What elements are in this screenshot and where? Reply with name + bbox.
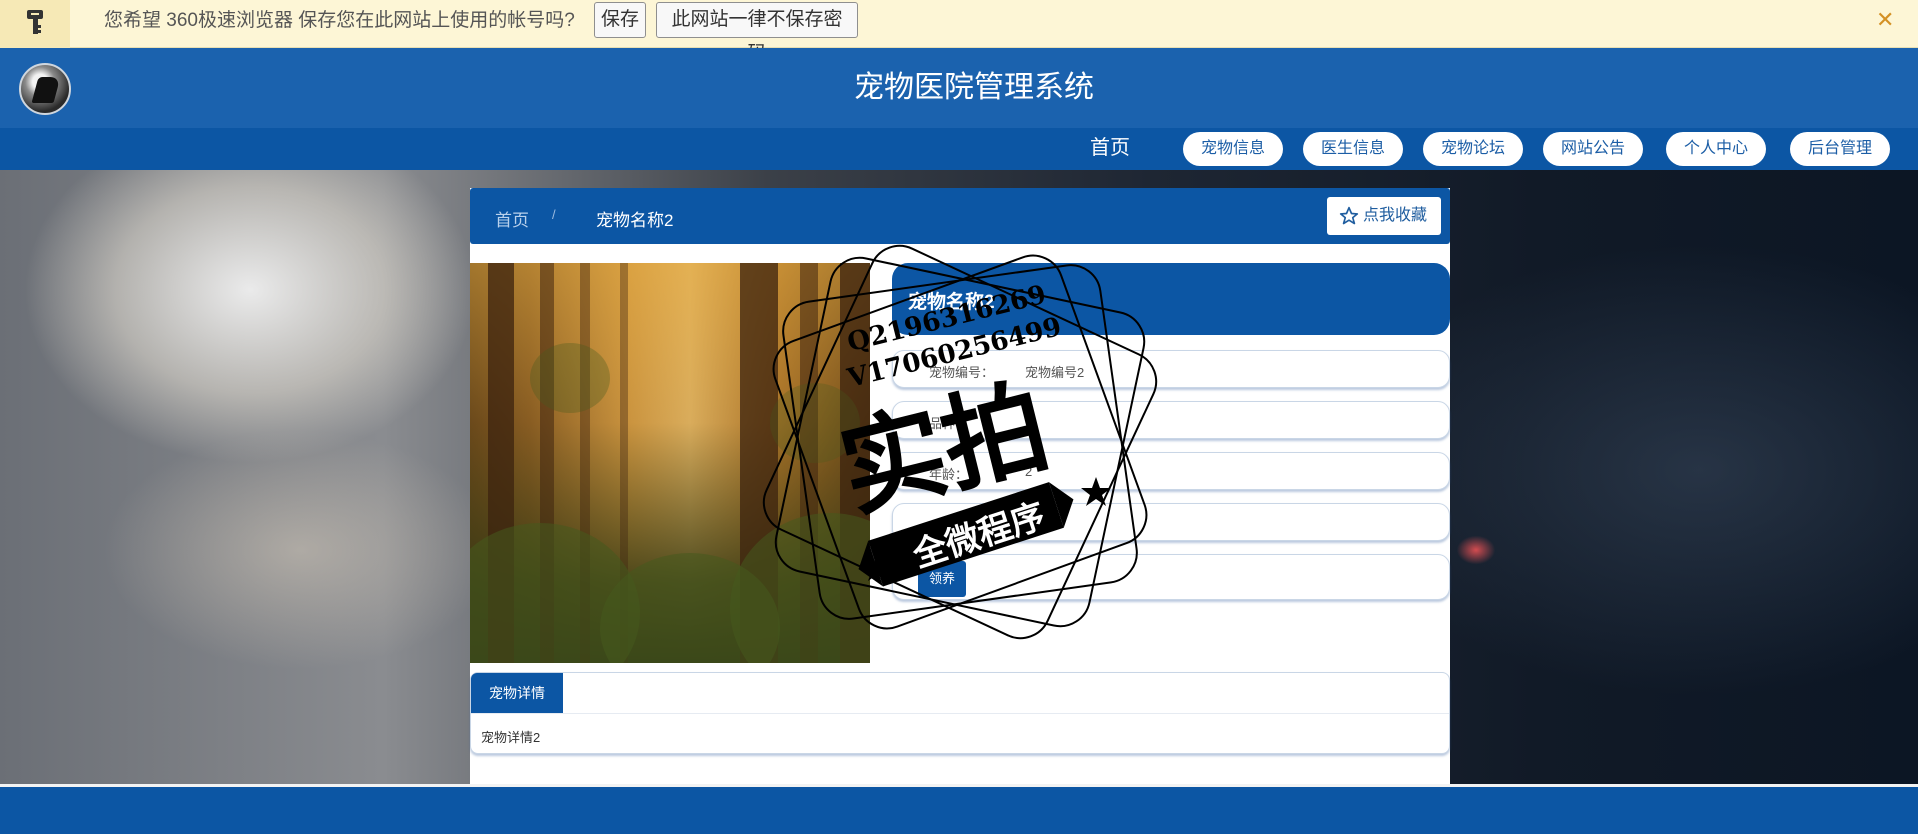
field-row-age: 年龄： 2: [892, 452, 1450, 490]
pet-name-header: 宠物名称2: [892, 263, 1450, 335]
save-password-button[interactable]: 保存: [594, 2, 646, 38]
nav-item-pet-forum[interactable]: 宠物论坛: [1423, 132, 1523, 166]
divider: [471, 713, 1449, 714]
breadcrumb-current: 宠物名称2: [596, 211, 674, 230]
field-label: 宠物编号：: [929, 365, 995, 380]
never-save-password-button[interactable]: 此网站一律不保存密码: [656, 2, 858, 64]
password-save-message: 您希望 360极速浏览器 保存您在此网站上使用的帐号吗?: [104, 10, 575, 31]
collect-label: 点我收藏: [1363, 207, 1428, 224]
main-nav: 首页 宠物信息 医生信息 宠物论坛 网站公告 个人中心 后台管理: [0, 128, 1918, 170]
site-title: 宠物医院管理系统: [854, 71, 1094, 104]
collect-button[interactable]: 点我收藏: [1327, 197, 1441, 235]
password-save-bar: 您希望 360极速浏览器 保存您在此网站上使用的帐号吗? 保存 此网站一律不保存…: [0, 0, 1918, 64]
adopt-button[interactable]: 领养: [918, 561, 966, 597]
field-label: 年龄：: [929, 467, 969, 482]
breadcrumb-home[interactable]: 首页: [495, 206, 529, 231]
tab-pet-detail[interactable]: 宠物详情: [471, 673, 563, 713]
field-row-empty: [892, 503, 1450, 541]
key-icon: [27, 10, 43, 34]
pet-photo: [470, 263, 870, 663]
nav-home[interactable]: 首页: [1090, 136, 1130, 160]
site-footer: [0, 784, 1918, 834]
key-icon-box: [0, 0, 70, 48]
nav-item-personal-center[interactable]: 个人中心: [1666, 132, 1766, 166]
nav-item-admin[interactable]: 后台管理: [1790, 132, 1890, 166]
field-value: 宠物编号2: [1025, 365, 1085, 380]
pet-name: 宠物名称2: [908, 292, 995, 313]
pet-detail-panel: 首页 / 宠物名称2 点我收藏 宠物名称2 宠物编号： 宠物编号2 品种： 年龄…: [470, 188, 1450, 784]
field-row-pet-number: 宠物编号： 宠物编号2: [892, 350, 1450, 388]
action-row: [892, 554, 1450, 600]
star-icon: [1339, 206, 1359, 225]
nav-item-announcements[interactable]: 网站公告: [1543, 132, 1643, 166]
site-header: 宠物医院管理系统: [0, 48, 1918, 128]
nav-item-pet-info[interactable]: 宠物信息: [1183, 132, 1283, 166]
field-row-breed: 品种：: [892, 401, 1450, 439]
pet-detail-section: 宠物详情 宠物详情2: [470, 672, 1450, 754]
nav-item-doctor-info[interactable]: 医生信息: [1303, 132, 1403, 166]
breadcrumb: 首页 / 宠物名称2 点我收藏: [470, 188, 1450, 244]
pet-detail-content: 宠物详情2: [481, 730, 541, 745]
close-icon[interactable]: ✕: [1876, 7, 1894, 33]
field-label: 品种：: [929, 416, 969, 431]
field-value: 2: [1025, 464, 1033, 479]
breadcrumb-separator: /: [552, 207, 556, 222]
